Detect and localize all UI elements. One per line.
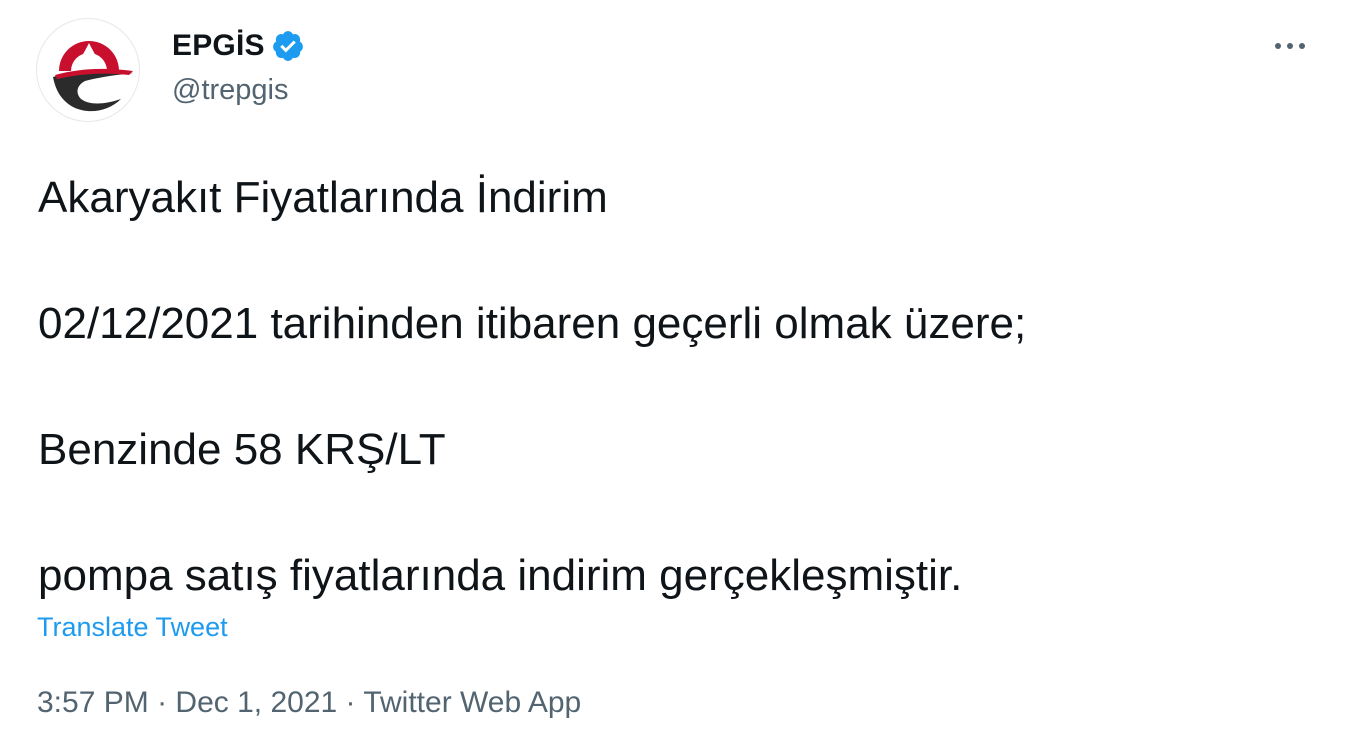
- meta-separator: ·: [345, 686, 356, 719]
- tweet-date[interactable]: Dec 1, 2021: [175, 686, 337, 719]
- tweet-line: Akaryakıt Fiyatlarında İndirim: [38, 173, 608, 222]
- author-name-row[interactable]: EPGİS: [172, 26, 305, 66]
- tweet-source[interactable]: Twitter Web App: [363, 686, 581, 719]
- tweet-line: pompa satış fiyatlarında indirim gerçekl…: [38, 551, 963, 600]
- more-options-button[interactable]: [1266, 28, 1314, 64]
- author-handle[interactable]: @trepgis: [172, 74, 288, 107]
- translate-tweet-link[interactable]: Translate Tweet: [37, 612, 228, 643]
- tweet-line: 02/12/2021 tarihinden itibaren geçerli o…: [38, 299, 1027, 348]
- tweet-text: Akaryakıt Fiyatlarında İndirim 02/12/202…: [38, 166, 1318, 607]
- tweet-time[interactable]: 3:57 PM: [37, 686, 149, 719]
- meta-separator: ·: [157, 686, 168, 719]
- author-display-name[interactable]: EPGİS: [172, 29, 265, 63]
- more-horizontal-icon: [1275, 43, 1305, 49]
- tweet-line: Benzinde 58 KRŞ/LT: [38, 425, 446, 474]
- verified-badge-icon: [271, 29, 305, 63]
- avatar[interactable]: [36, 18, 140, 122]
- epgis-logo-icon: [53, 41, 133, 112]
- tweet-card: EPGİS @trepgis Akaryakıt Fiyatlarında İn…: [0, 0, 1347, 747]
- tweet-metadata: 3:57 PM · Dec 1, 2021 · Twitter Web App: [37, 686, 581, 720]
